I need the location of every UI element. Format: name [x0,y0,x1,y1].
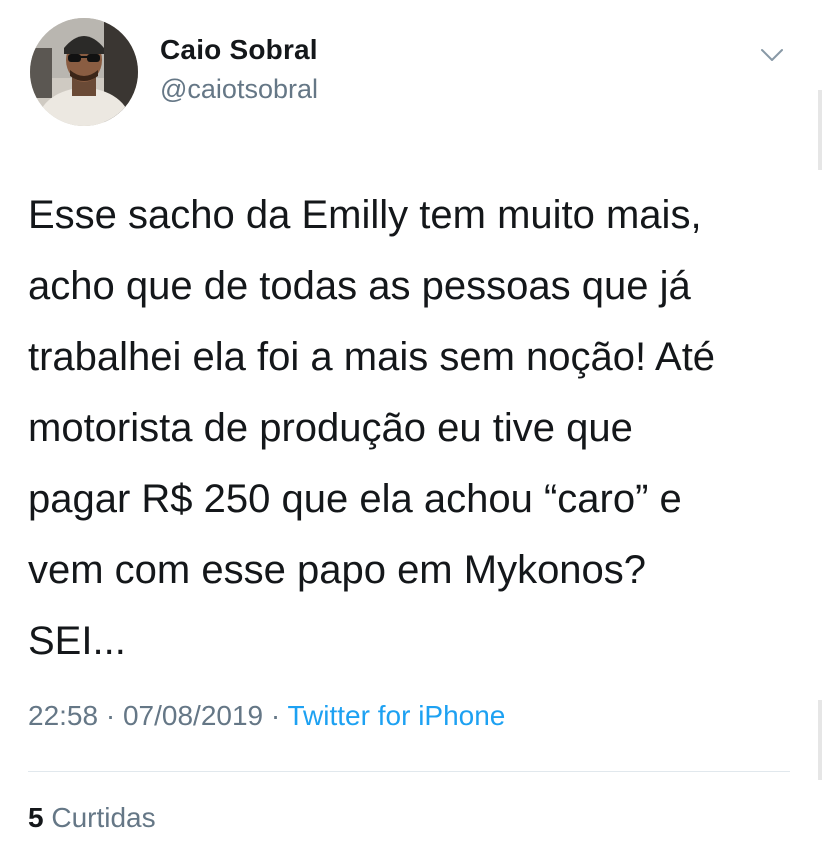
avatar[interactable] [30,18,138,126]
tweet-text-line: trabalhei ela foi a mais sem noção! Até [28,335,716,379]
tweet-card: Caio Sobral @caiotsobral Esse sacho da E… [0,0,822,853]
scrollbar-edge [818,700,822,780]
meta-separator: · [105,700,116,731]
profile-photo-icon [30,18,138,126]
tweet-text: Esse sacho da Emilly tem muito mais, ach… [28,180,808,677]
meta-separator: · [270,700,281,731]
tweet-text-line: motorista de produção eu tive que [28,406,633,450]
user-handle[interactable]: @caiotsobral [160,74,318,105]
chevron-down-icon[interactable] [752,40,792,70]
likes-count: 5 [28,802,44,833]
tweet-date[interactable]: 07/08/2019 [123,700,263,731]
tweet-text-line: SEI... [28,619,126,663]
tweet-text-line: acho que de todas as pessoas que já [28,264,691,308]
tweet-time[interactable]: 22:58 [28,700,98,731]
tweet-text-line: Esse sacho da Emilly tem muito mais, [28,193,702,237]
divider [28,771,790,772]
likes-label: Curtidas [51,802,156,833]
user-name[interactable]: Caio Sobral [160,34,318,66]
likes-stat[interactable]: 5 Curtidas [28,802,156,834]
scrollbar-edge [818,90,822,170]
tweet-text-line: vem com esse papo em Mykonos? [28,548,647,592]
tweet-source-link[interactable]: Twitter for iPhone [288,700,506,731]
tweet-text-line: pagar R$ 250 que ela achou “caro” e [28,477,682,521]
tweet-meta: 22:58 · 07/08/2019 · Twitter for iPhone [28,700,505,732]
